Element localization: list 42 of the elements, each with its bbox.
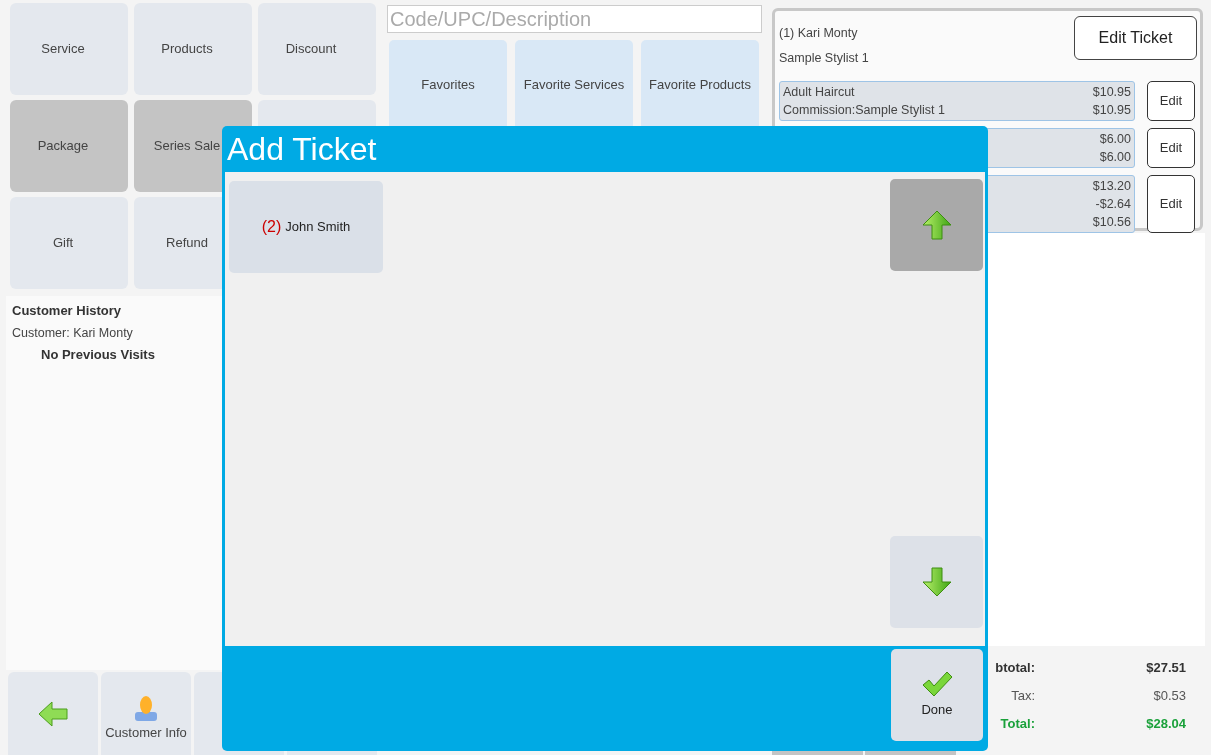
item-amount: $13.20 — [1092, 178, 1131, 195]
no-visits-text: No Previous Visits — [41, 346, 155, 364]
item-label: Commission:Sample Stylist 1 — [783, 102, 945, 119]
scroll-down-button[interactable] — [890, 536, 983, 628]
item-amount: $10.56 — [1092, 214, 1131, 231]
edit-button[interactable]: Edit — [1147, 128, 1195, 168]
menu-button[interactable]: Discount — [258, 3, 376, 95]
menu-button[interactable]: Service — [10, 3, 128, 95]
menu-button[interactable]: Gift — [10, 197, 128, 289]
arrow-down-icon — [920, 566, 953, 598]
item-amount: $6.00 — [1099, 131, 1131, 148]
menu-button[interactable]: Products — [134, 3, 252, 95]
customer-info-button[interactable]: Customer Info — [101, 672, 191, 755]
customer-name-text: Customer: Kari Monty — [12, 325, 133, 342]
total-label: Tax: — [1011, 687, 1035, 705]
item-amount: $6.00 — [1099, 149, 1131, 166]
total-value: $0.53 — [1153, 687, 1186, 705]
stylist-name: Sample Stylist 1 — [779, 50, 869, 67]
checkmark-icon — [921, 670, 953, 699]
item-amount: -$2.64 — [1095, 196, 1131, 213]
total-label: btotal: — [995, 659, 1035, 677]
total-label: Total: — [1000, 715, 1035, 733]
edit-button[interactable]: Edit — [1147, 81, 1195, 121]
item-label: Adult Haircut — [783, 84, 855, 101]
back-button[interactable] — [8, 672, 98, 755]
item-amount: $10.95 — [1092, 102, 1131, 119]
ticket-button[interactable]: (2) John Smith — [229, 181, 383, 273]
menu-button[interactable]: Package — [10, 100, 128, 192]
total-value: $28.04 — [1146, 715, 1186, 733]
person-icon — [133, 693, 159, 722]
arrow-up-icon — [920, 209, 953, 241]
done-button[interactable]: Done — [891, 649, 983, 741]
edit-button[interactable]: Edit — [1147, 175, 1195, 233]
arrow-left-icon — [37, 700, 69, 727]
ticket-customer: (1) Kari Monty — [779, 25, 858, 42]
search-field[interactable]: Code/UPC/Description — [387, 5, 762, 33]
total-value: $27.51 — [1146, 659, 1186, 677]
history-title: Customer History — [12, 302, 122, 320]
scroll-up-button[interactable] — [890, 179, 983, 271]
ticket-line-item[interactable]: Adult Haircut $10.95 Commission:Sample Stylist 1 $10.95 — [779, 81, 1135, 121]
item-amount: $10.95 — [1092, 84, 1131, 101]
edit-ticket-button[interactable]: Edit Ticket — [1074, 16, 1197, 60]
